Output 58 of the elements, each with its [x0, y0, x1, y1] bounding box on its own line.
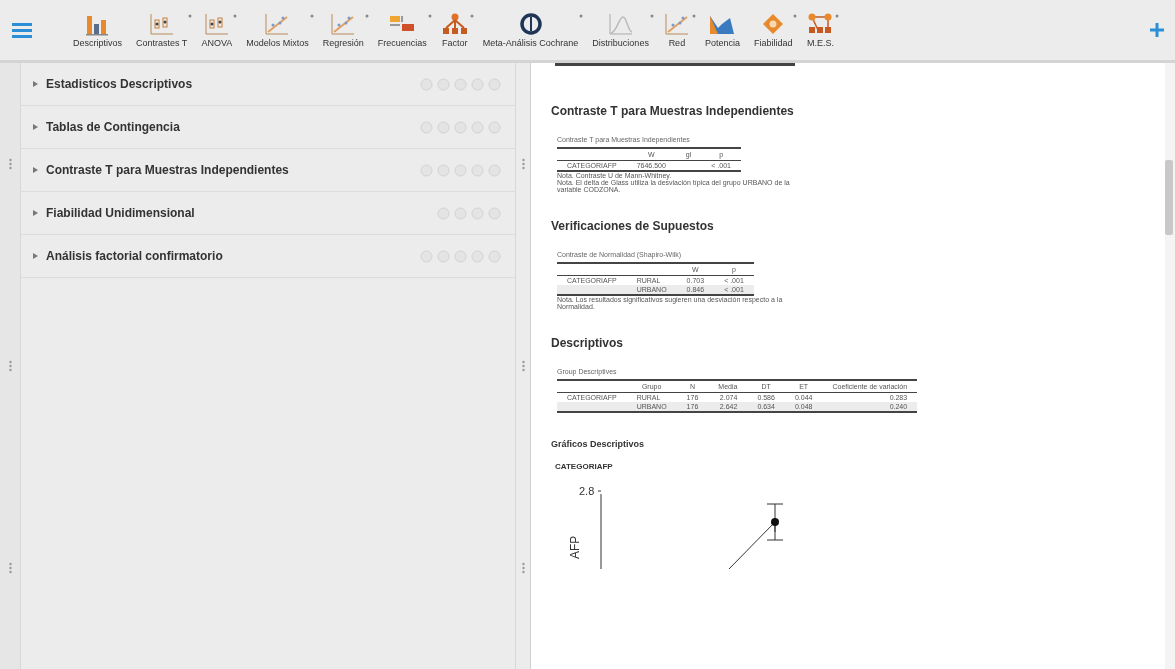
module-button[interactable]: Red	[657, 10, 696, 50]
menu-dot-icon	[793, 14, 798, 18]
module-button[interactable]: Modelos Mixtos	[241, 10, 314, 50]
analysis-title: Fiabilidad Unidimensional	[46, 206, 196, 220]
expand-arrow-icon[interactable]	[33, 253, 38, 259]
section-heading: Descriptivos	[551, 336, 625, 350]
scrollbar-thumb[interactable]	[1165, 160, 1173, 235]
module-button[interactable]: Factor	[435, 10, 474, 50]
menu-dot-icon	[579, 14, 584, 18]
section-heading: Verificaciones de Supuestos	[551, 219, 715, 233]
module-button[interactable]: Contrastes T	[131, 10, 193, 50]
hierarchy-icon	[440, 12, 469, 36]
module-button[interactable]: Meta-Análisis Cochrane	[477, 10, 584, 50]
menu-dot-icon	[427, 14, 432, 18]
section-heading: Gráficos Descriptivos	[551, 439, 646, 449]
drag-handle-icon[interactable]	[8, 562, 12, 574]
menu-dot-icon	[309, 14, 314, 18]
drag-handle-icon[interactable]	[521, 360, 525, 372]
distribution-curve-icon	[606, 12, 635, 36]
analysis-row[interactable]: Tablas de Contingencia	[21, 106, 515, 149]
expand-arrow-icon[interactable]	[33, 81, 38, 87]
module-button[interactable]: Regresión	[317, 10, 369, 50]
menu-dot-icon	[188, 14, 193, 18]
module-button[interactable]: Fiabilidad	[748, 10, 798, 50]
menu-dot-icon	[835, 14, 840, 18]
section-heading: Contraste T para Muestras Independientes	[551, 104, 795, 118]
menu-dot-icon	[649, 14, 654, 18]
analysis-title: Estadisticos Descriptivos	[46, 77, 194, 91]
menu-dot-icon	[469, 14, 474, 18]
analysis-title: Contraste T para Muestras Independientes	[46, 163, 290, 177]
menu-dot-icon	[233, 14, 238, 18]
scatter-plot-icon	[662, 12, 691, 36]
analysis-row[interactable]: Fiabilidad Unidimensional	[21, 192, 515, 235]
drag-handle-icon[interactable]	[521, 158, 525, 170]
menu-dot-icon	[364, 14, 369, 18]
module-button[interactable]: ANOVA	[196, 10, 238, 50]
add-icon[interactable]	[1149, 22, 1165, 38]
expand-arrow-icon[interactable]	[33, 167, 38, 173]
module-button[interactable]: Distribuciones	[587, 10, 654, 50]
module-button[interactable]: Potencia	[699, 10, 745, 50]
analysis-row[interactable]: Análisis factorial confirmatorio	[21, 235, 515, 278]
drag-handle-icon[interactable]	[8, 360, 12, 372]
drag-handle-icon[interactable]	[521, 562, 525, 574]
analysis-row[interactable]: Contraste T para Muestras Independientes	[21, 149, 515, 192]
expand-arrow-icon[interactable]	[33, 210, 38, 216]
descriptives-plot: CATEGORIAFP 2.8 AFP	[549, 459, 879, 569]
menu-icon[interactable]	[12, 21, 32, 39]
box-plot-icon	[147, 12, 176, 36]
module-button[interactable]: M.E.S.	[801, 10, 840, 50]
menu-dot-icon	[691, 14, 696, 18]
expand-arrow-icon[interactable]	[33, 124, 38, 130]
analysis-row[interactable]: Estadisticos Descriptivos	[21, 63, 515, 106]
module-button[interactable]: Descriptivos	[68, 10, 127, 50]
drag-handle-icon[interactable]	[8, 158, 12, 170]
analysis-title: Tablas de Contingencia	[46, 120, 181, 134]
analysis-title: Análisis factorial confirmatorio	[46, 249, 224, 263]
box-plot-icon	[202, 12, 231, 36]
module-button[interactable]: Frecuencias	[372, 10, 432, 50]
